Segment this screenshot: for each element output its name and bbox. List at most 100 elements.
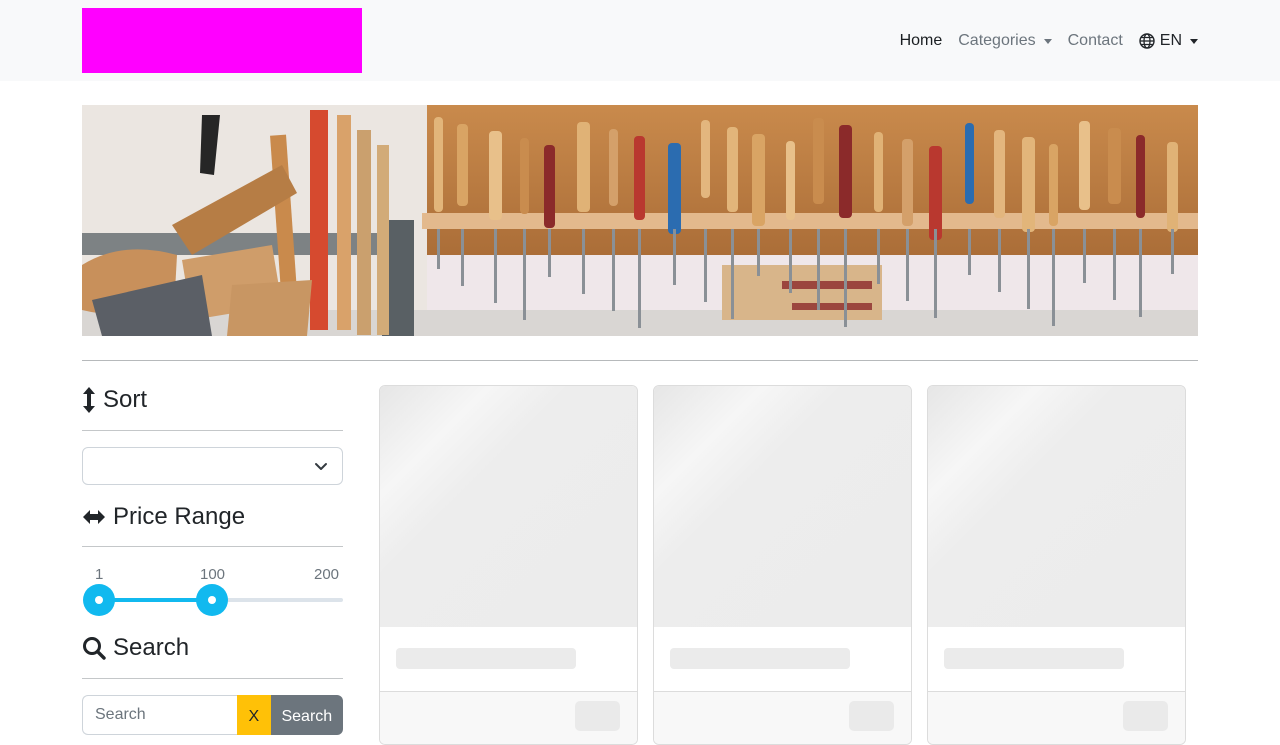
hero-tool-blade bbox=[1027, 229, 1030, 309]
price-max-label: 200 bbox=[314, 566, 340, 583]
search-button[interactable]: Search bbox=[270, 695, 343, 735]
hero-tool-blade bbox=[437, 229, 440, 269]
hero-tool-blade bbox=[844, 229, 847, 327]
price-slider-fill bbox=[99, 598, 213, 602]
clear-search-button[interactable]: X bbox=[237, 695, 271, 735]
globe-icon bbox=[1139, 33, 1155, 49]
price-slider-min-handle[interactable] bbox=[83, 584, 115, 616]
sort-divider bbox=[82, 430, 343, 431]
nav-home-link[interactable]: Home bbox=[892, 30, 951, 52]
hero-tool-blade bbox=[582, 229, 585, 294]
hero-tool-handle bbox=[813, 118, 824, 204]
hero-tool-handle bbox=[1108, 128, 1121, 204]
card-button-placeholder bbox=[1123, 701, 1168, 731]
nav-contact-link[interactable]: Contact bbox=[1060, 30, 1131, 52]
hero-tool-handle bbox=[544, 145, 555, 228]
navbar: Home Categories Contact EN bbox=[0, 0, 1280, 81]
hero-tool-handle bbox=[1049, 144, 1058, 226]
hero-tool-handle bbox=[634, 136, 645, 220]
nav-categories-label: Categories bbox=[958, 32, 1036, 49]
hero-banner bbox=[82, 105, 1198, 336]
search-icon bbox=[83, 637, 106, 660]
card-title-placeholder bbox=[396, 648, 576, 669]
hero-tool-handle bbox=[752, 134, 765, 226]
workshop-tools-banner-image bbox=[82, 105, 1198, 336]
price-current-label: 100 bbox=[200, 566, 226, 583]
hero-tool-handle bbox=[994, 130, 1005, 218]
hero-tool-handle bbox=[457, 124, 468, 206]
search-divider bbox=[82, 678, 343, 679]
card-image-placeholder bbox=[654, 386, 911, 627]
hero-tool-handle bbox=[668, 143, 681, 234]
hero-tool-blade bbox=[731, 229, 734, 319]
card-button-placeholder bbox=[849, 701, 894, 731]
nav-contact-label: Contact bbox=[1067, 32, 1123, 49]
hero-tool-blade bbox=[548, 229, 551, 277]
hero-tool-handle bbox=[1022, 137, 1035, 232]
card-footer bbox=[380, 691, 637, 744]
price-min-label: 1 bbox=[95, 566, 104, 583]
hero-tool-blade bbox=[998, 229, 1001, 292]
sort-title: Sort bbox=[103, 386, 148, 413]
caret-down-icon bbox=[1043, 38, 1052, 44]
card-title-placeholder bbox=[670, 648, 850, 669]
language-dropdown[interactable]: EN bbox=[1131, 30, 1198, 52]
language-label: EN bbox=[1159, 32, 1182, 49]
main-nav: Home Categories Contact EN bbox=[892, 30, 1198, 52]
logo[interactable] bbox=[82, 8, 362, 73]
price-range-title: Price Range bbox=[113, 503, 246, 530]
hero-tool-blade bbox=[1113, 229, 1116, 300]
hero-tool-handle bbox=[1136, 135, 1145, 218]
search-heading: Search bbox=[82, 634, 189, 662]
card-footer bbox=[654, 691, 911, 744]
hero-tool-blade bbox=[494, 229, 497, 303]
product-card-placeholder bbox=[927, 385, 1186, 745]
hero-tool-blade bbox=[1083, 229, 1086, 283]
hero-tool-blade bbox=[817, 229, 820, 310]
hero-tool-blade bbox=[673, 229, 676, 285]
hero-tool-blade bbox=[523, 229, 526, 320]
product-card-placeholder bbox=[653, 385, 912, 745]
hero-tool-blade bbox=[704, 229, 707, 302]
hero-tool-handle bbox=[902, 139, 913, 226]
arrows-horizontal-icon bbox=[83, 510, 105, 524]
hero-tool-handle bbox=[489, 131, 502, 220]
hero-tool-handle bbox=[701, 120, 710, 198]
arrows-vertical-icon bbox=[83, 387, 95, 413]
sort-heading: Sort bbox=[82, 386, 147, 414]
nav-home-label: Home bbox=[899, 32, 943, 49]
card-image-placeholder bbox=[928, 386, 1185, 627]
caret-down-icon bbox=[1190, 38, 1198, 44]
card-footer bbox=[928, 691, 1185, 744]
hero-tool-blade bbox=[1052, 229, 1055, 326]
hero-tool-handle bbox=[727, 127, 738, 212]
sort-select[interactable] bbox=[82, 447, 343, 485]
divider bbox=[82, 360, 1198, 361]
search-title: Search bbox=[113, 634, 190, 661]
price-divider bbox=[82, 546, 343, 547]
card-title-placeholder bbox=[944, 648, 1124, 669]
hero-tool-blade bbox=[934, 229, 937, 318]
hero-tool-handle bbox=[929, 146, 942, 240]
hero-tool-handle bbox=[839, 125, 852, 218]
price-range-heading: Price Range bbox=[82, 503, 245, 531]
price-slider-max-handle[interactable] bbox=[196, 584, 229, 616]
hero-tool-handle bbox=[520, 138, 529, 214]
nav-categories-dropdown[interactable]: Categories bbox=[950, 30, 1059, 52]
card-image-placeholder bbox=[380, 386, 637, 627]
product-card-placeholder bbox=[379, 385, 638, 745]
hero-tool-blade bbox=[1171, 229, 1174, 274]
chevron-down-icon bbox=[315, 463, 327, 470]
hero-tool-handle bbox=[1079, 121, 1090, 210]
hero-tool-handle bbox=[609, 129, 618, 206]
hero-tool-handle bbox=[434, 117, 443, 212]
search-input[interactable] bbox=[82, 695, 237, 735]
hero-tool-blade bbox=[877, 229, 880, 284]
hero-tool-blade bbox=[461, 229, 464, 286]
search-group: X Search bbox=[82, 695, 343, 735]
card-button-placeholder bbox=[575, 701, 620, 731]
hero-tool-handle bbox=[786, 141, 795, 220]
hero-tool-blade bbox=[906, 229, 909, 301]
hero-tool-blade bbox=[789, 229, 792, 293]
hero-tool-handle bbox=[577, 122, 590, 212]
